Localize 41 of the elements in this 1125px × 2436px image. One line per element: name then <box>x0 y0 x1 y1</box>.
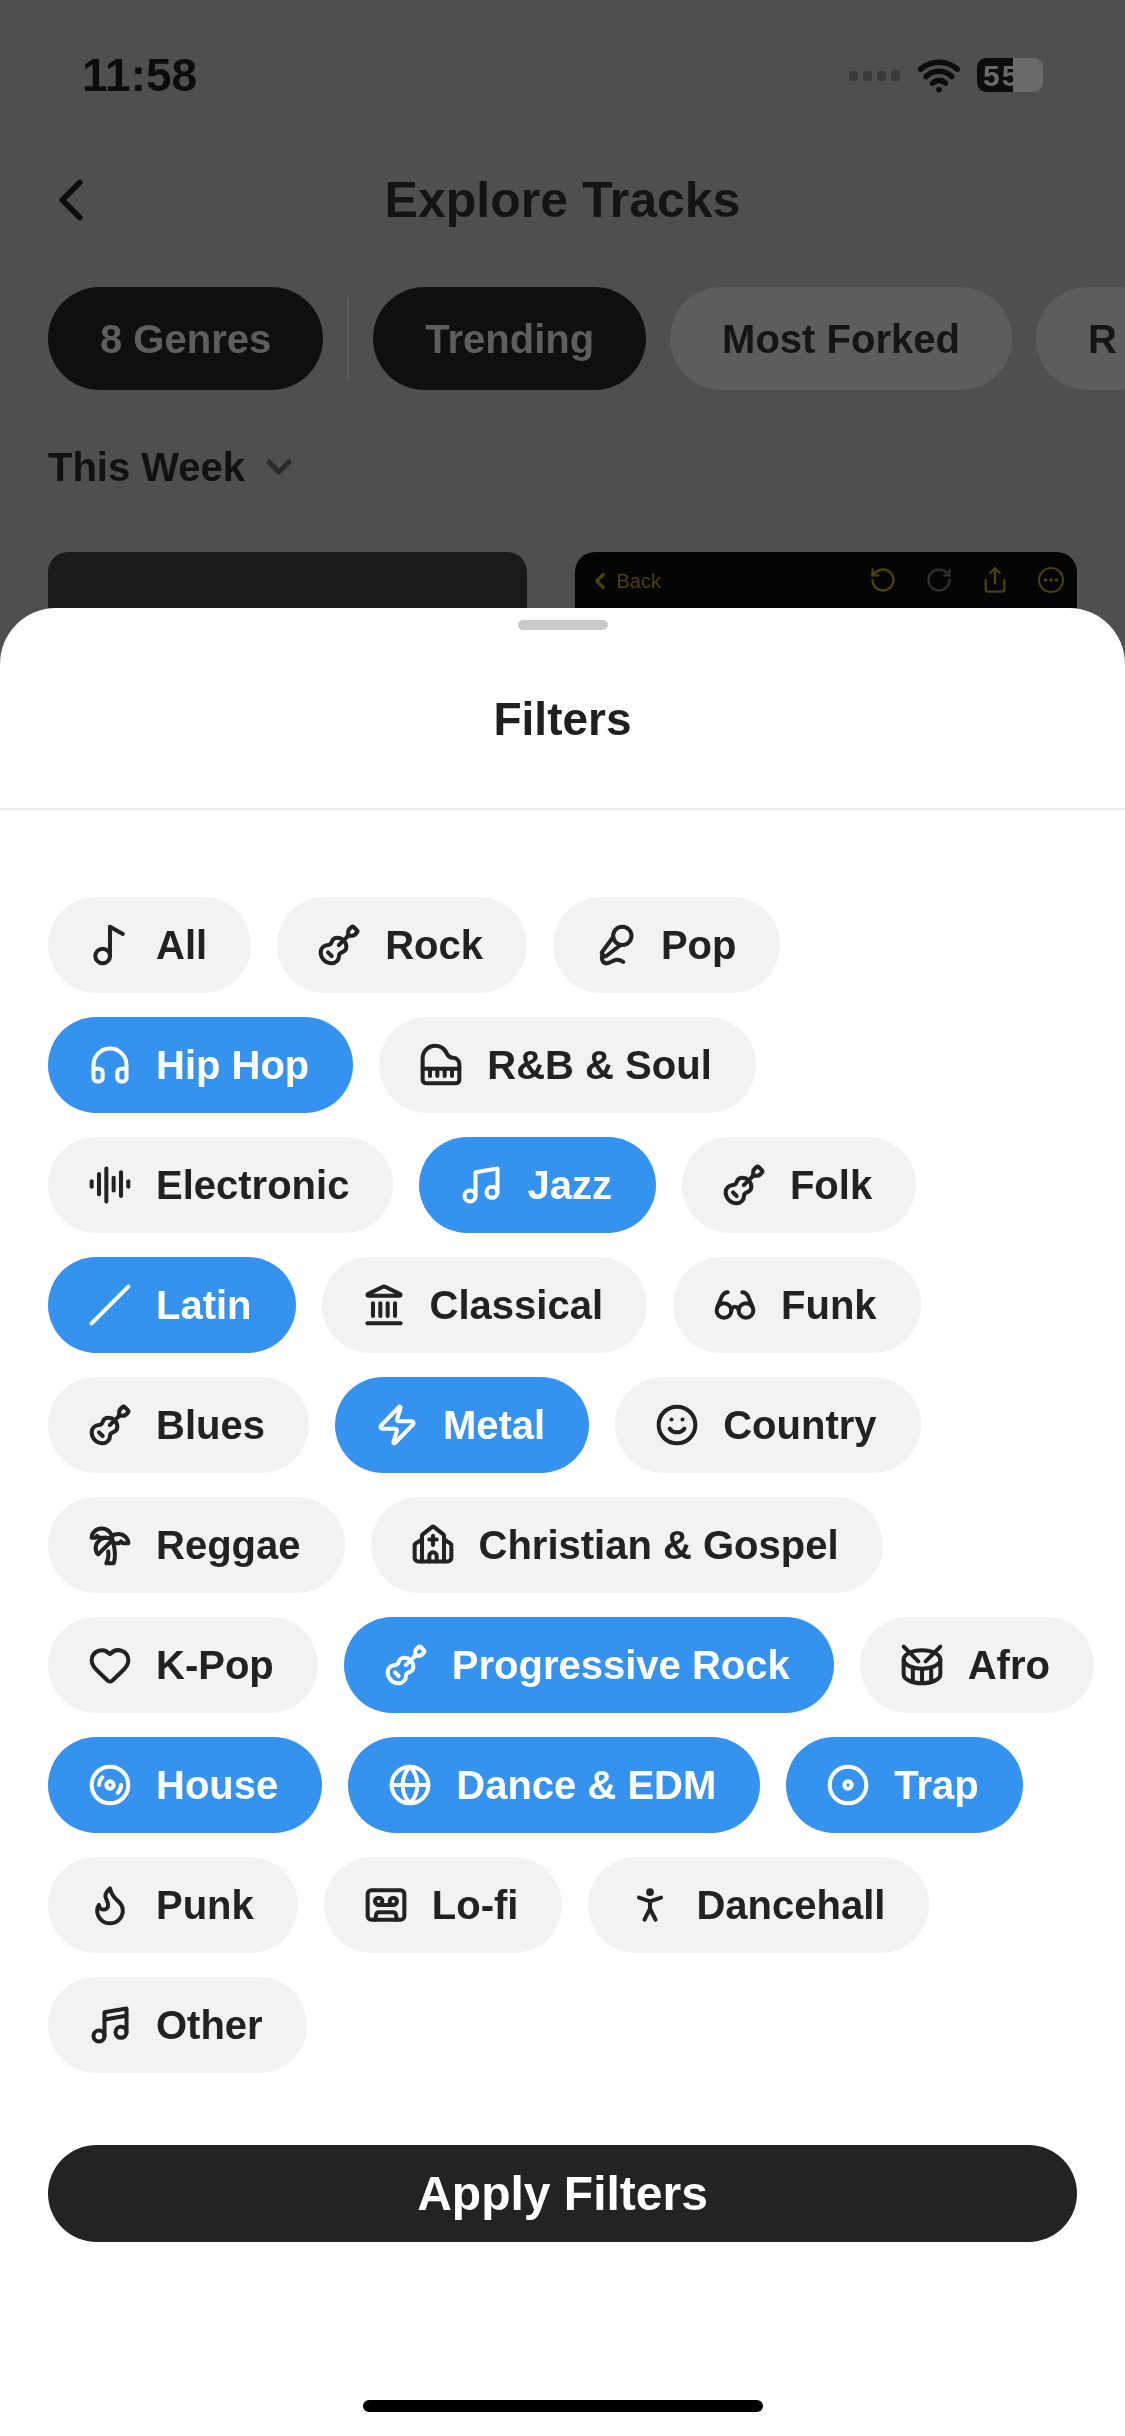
palm-tree-icon <box>88 1523 132 1567</box>
genre-chip[interactable]: R&B & Soul <box>379 1017 756 1113</box>
disc-icon <box>826 1763 871 1807</box>
guitar-icon <box>88 1403 132 1447</box>
status-time: 11:58 <box>82 47 198 103</box>
genre-chip[interactable]: Reggae <box>48 1497 345 1593</box>
church-icon <box>410 1523 455 1567</box>
more-icon <box>1037 566 1065 594</box>
genre-chip[interactable]: Pop <box>552 897 781 993</box>
genre-chip[interactable]: K-Pop <box>48 1617 318 1713</box>
guitar-icon <box>721 1163 766 1207</box>
genre-chip[interactable]: Lo-fi <box>323 1857 563 1953</box>
disc-icon <box>88 1763 132 1807</box>
apply-filters-button[interactable]: Apply Filters <box>48 2145 1077 2242</box>
guitar-icon <box>383 1643 428 1687</box>
guitar-icon <box>317 923 362 967</box>
genre-chip[interactable]: Blues <box>48 1377 309 1473</box>
genre-chip[interactable]: Afro <box>859 1617 1094 1713</box>
slash-icon <box>88 1283 132 1327</box>
genre-chip[interactable]: Country <box>615 1377 921 1473</box>
redo-icon <box>925 566 953 594</box>
sheet-title: Filters <box>493 691 632 747</box>
globe-icon <box>388 1763 433 1807</box>
undo-icon <box>869 566 897 594</box>
genre-chip[interactable]: Punk <box>48 1857 298 1953</box>
genre-chip[interactable]: Christian & Gospel <box>370 1497 883 1593</box>
piano-icon <box>419 1043 464 1087</box>
genre-chip[interactable]: Electronic <box>48 1137 394 1233</box>
genre-chip[interactable]: Funk <box>673 1257 921 1353</box>
genre-chip[interactable]: Other <box>48 1977 307 2073</box>
genre-chip[interactable]: Dancehall <box>588 1857 930 1953</box>
genre-chip[interactable]: Folk <box>681 1137 917 1233</box>
smile-icon <box>655 1403 700 1447</box>
genre-chip[interactable]: All <box>48 897 252 993</box>
page-title: Explore Tracks <box>384 170 741 230</box>
sheet-handle[interactable] <box>517 620 608 630</box>
genre-chip[interactable]: Classical <box>321 1257 647 1353</box>
photo-placeholder[interactable] <box>48 552 527 608</box>
genre-chip[interactable]: Rock <box>277 897 527 993</box>
back-label: Back <box>616 569 661 594</box>
drum-icon <box>899 1643 944 1687</box>
